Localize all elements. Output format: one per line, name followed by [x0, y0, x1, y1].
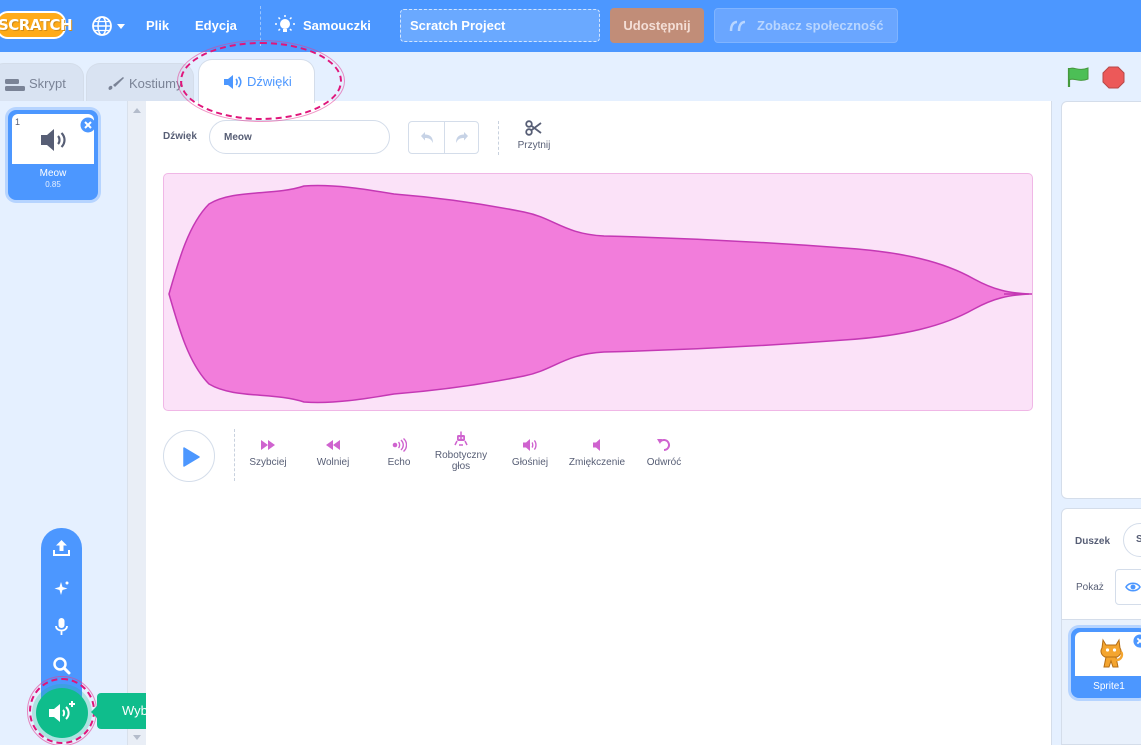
project-title-input[interactable]: Scratch Project — [400, 9, 600, 42]
menu-divider — [260, 6, 261, 46]
show-label: Pokaż — [1076, 582, 1104, 593]
sprite-item-name: Sprite1 — [1093, 681, 1125, 692]
sprite-info-panel: Duszek S Pokaż — [1061, 508, 1141, 620]
waveform[interactable] — [163, 173, 1033, 411]
tab-costumes[interactable]: Kostiumy — [86, 63, 194, 103]
effect-faster-button[interactable]: Szybciej — [244, 437, 292, 468]
microphone-icon[interactable] — [52, 617, 71, 636]
scissors-icon — [525, 120, 542, 136]
see-community-label: Zobacz społeczność — [757, 18, 884, 33]
sprite-item-thumbnail — [1075, 632, 1141, 676]
undo-redo-group — [408, 121, 479, 154]
edit-menu[interactable]: Edycja — [195, 0, 237, 52]
effect-reverse-button[interactable]: Odwróć — [640, 437, 688, 468]
effect-louder-label: Głośniej — [511, 457, 549, 468]
tutorials-menu[interactable]: Samouczki — [303, 0, 371, 52]
green-flag-icon[interactable] — [1066, 66, 1090, 88]
trim-label: Przytnij — [517, 140, 551, 151]
divider — [234, 429, 235, 481]
scroll-up-icon[interactable] — [133, 108, 141, 113]
robot-icon — [454, 431, 468, 446]
sprite-name-input[interactable]: S — [1123, 523, 1141, 557]
effect-slower-button[interactable]: Wolniej — [308, 437, 358, 468]
effect-softer-button[interactable]: Zmiękczenie — [564, 437, 630, 468]
stop-icon[interactable] — [1102, 66, 1125, 89]
stage[interactable] — [1061, 101, 1141, 499]
sound-list-scrollbar[interactable] — [127, 101, 146, 745]
tab-sounds[interactable]: Dźwięki — [198, 59, 315, 103]
sound-editor: Dźwięk Przytnij Szybciej — [146, 101, 1052, 745]
sound-name-label: Dźwięk — [163, 131, 197, 142]
eye-icon — [1125, 582, 1141, 592]
lightbulb-icon[interactable] — [275, 15, 295, 37]
effect-reverse-label: Odwróć — [646, 457, 682, 468]
tab-code[interactable]: Skrypt — [0, 63, 84, 103]
highlight-ring — [29, 678, 95, 744]
slower-icon — [326, 440, 340, 450]
surprise-icon[interactable] — [52, 579, 71, 598]
delete-icon[interactable] — [1133, 634, 1141, 648]
speaker-icon — [41, 129, 66, 151]
scroll-down-icon[interactable] — [133, 735, 141, 740]
chevron-down-icon[interactable] — [117, 24, 125, 29]
effect-robot-label: Robotyczny głos — [434, 450, 488, 472]
play-button[interactable] — [163, 430, 215, 482]
tab-sounds-label: Dźwięki — [247, 74, 292, 89]
reverse-icon — [657, 439, 670, 451]
effect-softer-label: Zmiękczenie — [568, 457, 626, 468]
remix-icon — [729, 20, 746, 32]
sound-item-duration: 0.85 — [45, 180, 61, 189]
sound-item-meow[interactable]: 1 Meow 0.85 — [8, 110, 98, 200]
undo-icon[interactable] — [419, 131, 435, 144]
delete-icon[interactable] — [80, 117, 96, 133]
sprite-item-sprite1[interactable]: Sprite1 — [1071, 628, 1141, 698]
play-icon — [183, 447, 200, 467]
effect-slower-label: Wolniej — [316, 457, 350, 468]
effect-robot-button[interactable]: Robotyczny głos — [428, 431, 494, 472]
speaker-icon — [224, 75, 242, 89]
divider — [444, 122, 445, 153]
sound-item-index: 1 — [15, 117, 21, 127]
tab-costumes-label: Kostiumy — [129, 76, 183, 91]
divider — [498, 121, 499, 155]
cat-sprite-icon — [1100, 638, 1124, 668]
trim-button[interactable]: Przytnij — [514, 117, 554, 157]
search-icon[interactable] — [52, 656, 71, 675]
code-icon — [5, 79, 25, 91]
sound-name-input[interactable] — [209, 120, 390, 154]
globe-icon[interactable] — [91, 15, 113, 37]
menu-bar: SCRATCH Plik Edycja Samouczki Scratch Pr… — [0, 0, 1141, 52]
scratch-logo[interactable]: SCRATCH — [0, 11, 73, 39]
share-button[interactable]: Udostępnij — [610, 8, 704, 43]
sound-item-name: Meow — [39, 168, 67, 179]
brush-icon — [108, 77, 124, 90]
effect-echo-label: Echo — [387, 457, 411, 468]
tab-code-label: Skrypt — [29, 76, 66, 91]
see-community-button[interactable]: Zobacz społeczność — [714, 8, 898, 43]
effect-echo-button[interactable]: Echo — [381, 437, 417, 468]
upload-icon[interactable] — [52, 538, 71, 557]
softer-icon — [593, 439, 600, 451]
redo-icon[interactable] — [454, 131, 470, 144]
echo-icon — [392, 437, 407, 453]
effect-faster-label: Szybciej — [249, 457, 287, 468]
waveform-graphic — [168, 184, 1032, 404]
file-menu[interactable]: Plik — [146, 0, 169, 52]
louder-icon — [523, 439, 537, 451]
faster-icon — [261, 440, 275, 450]
show-sprite-button[interactable] — [1115, 569, 1141, 605]
effect-louder-button[interactable]: Głośniej — [507, 437, 553, 468]
sprite-name-label: Duszek — [1075, 536, 1111, 547]
sound-item-thumbnail: 1 — [12, 114, 96, 164]
